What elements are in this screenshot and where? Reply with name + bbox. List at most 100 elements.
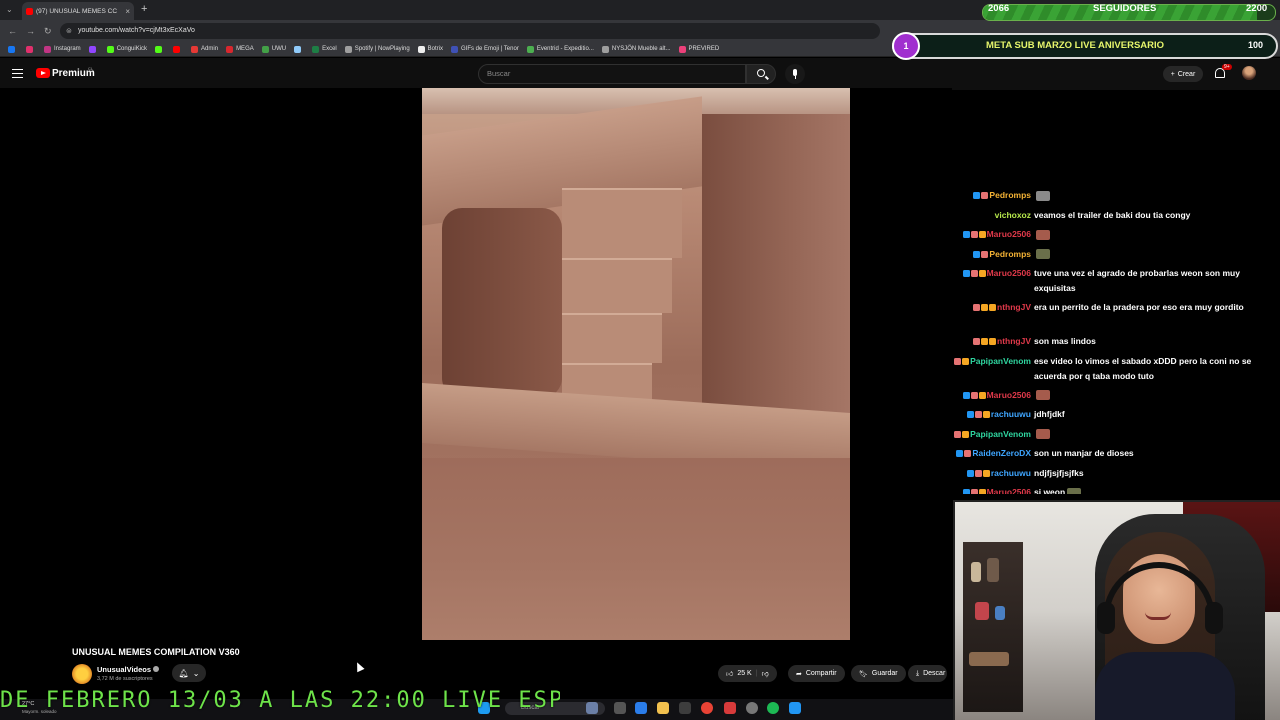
task-view-icon[interactable] (614, 702, 626, 714)
reload-icon[interactable]: ↻ (44, 26, 52, 37)
chat-username[interactable]: PapipanVenom (970, 356, 1031, 366)
chat-username[interactable]: PapipanVenom (970, 429, 1031, 439)
app-icon[interactable] (724, 702, 736, 714)
bookmark-item[interactable] (155, 45, 165, 53)
bookmark-item[interactable]: Admin (191, 45, 218, 53)
bookmark-favicon-icon (106, 45, 114, 53)
thumbs-up-icon: 👍︎ (726, 671, 734, 678)
create-button[interactable]: + Crear (1163, 66, 1203, 82)
chat-username[interactable]: vichoxoz (995, 210, 1031, 220)
bookmark-item[interactable] (26, 45, 36, 53)
like-button[interactable]: 👍︎ 25 K | 👎︎ (718, 665, 777, 682)
bookmark-item[interactable] (294, 45, 304, 53)
bookmark-item[interactable]: PREVIRED (678, 45, 720, 53)
url-field[interactable]: youtube.com/watch?v=cjMt3xEcXaVo (60, 23, 880, 39)
chat-badge-icon (962, 270, 970, 278)
youtube-logo-icon[interactable] (36, 68, 50, 78)
search-button[interactable] (746, 64, 776, 84)
bell-icon: 🔔︎ (178, 668, 189, 678)
search-icon (757, 69, 765, 77)
share-button[interactable]: ➦ Compartir (788, 665, 845, 682)
browser-tab-youtube[interactable]: (97) UNUSUAL MEMES CC × (22, 2, 134, 20)
bookmark-item[interactable] (88, 45, 99, 53)
bookmark-label: Eventrid - Expeditio... (536, 46, 594, 52)
bookmark-item[interactable]: UWU (261, 45, 286, 53)
bookmark-icon: 🔖︎ (859, 670, 868, 678)
tab-search-icon[interactable]: ⌄ (6, 5, 13, 14)
bookmark-favicon-icon (526, 45, 534, 53)
subscriber-count: 3,72 M de suscriptores (97, 676, 153, 682)
chat-username[interactable]: nthngJV (997, 336, 1031, 346)
bookmark-favicon-icon (678, 45, 686, 53)
bookmark-item[interactable] (173, 45, 183, 53)
bookmark-item[interactable]: Spotify | NowPlaying (344, 45, 410, 53)
bookmark-label: GIFs de Emoji | Tenor (461, 46, 519, 52)
chat-badge-icon (962, 489, 970, 494)
subscription-bell-button[interactable]: 🔔︎ ⌄ (172, 664, 206, 682)
chat-username[interactable]: rachuuwu (991, 468, 1031, 478)
chat-username[interactable]: rachuuwu (991, 409, 1031, 419)
voice-search-icon[interactable] (785, 64, 805, 84)
chat-username[interactable]: Maruo2506 (987, 487, 1031, 494)
share-label: Compartir (805, 670, 837, 677)
bookmark-item[interactable]: GIFs de Emoji | Tenor (451, 45, 519, 53)
site-info-icon[interactable]: ⊜ (66, 27, 72, 35)
bookmark-item[interactable]: ConguiKick (106, 45, 147, 53)
forward-icon[interactable]: → (26, 26, 35, 36)
bookmark-favicon-icon (88, 45, 96, 53)
download-button[interactable]: ⤓ Descar (908, 665, 948, 682)
chat-badge-icon (978, 489, 986, 494)
account-avatar[interactable] (1242, 66, 1256, 80)
menu-icon[interactable] (12, 69, 23, 78)
app-icon-2[interactable] (789, 702, 801, 714)
bookmark-item[interactable]: Instagram (44, 45, 81, 53)
chat-badge-icon (970, 231, 978, 239)
chat-text: tuve una vez el agrado de probarlas weon… (1034, 268, 1240, 293)
bookmark-item[interactable] (8, 45, 18, 53)
chat-username[interactable]: Pedromps (989, 249, 1031, 259)
chat-message: nthngJV son mas lindos (934, 334, 1280, 349)
edge-icon[interactable] (635, 702, 647, 714)
widgets-icon[interactable] (586, 702, 598, 714)
save-button[interactable]: 🔖︎ Guardar (851, 665, 906, 682)
bookmark-label: PREVIRED (688, 46, 720, 52)
bookmark-item[interactable]: Excel (312, 45, 337, 53)
bookmark-favicon-icon (26, 45, 33, 53)
share-icon: ➦ (796, 670, 802, 678)
chat-username[interactable]: Maruo2506 (987, 390, 1031, 400)
chat-text: era un perrito de la pradera por eso era… (1034, 302, 1244, 312)
file-explorer-icon[interactable] (657, 702, 669, 714)
chat-username[interactable]: Maruo2506 (987, 268, 1031, 278)
video-title: UNUSUAL MEMES COMPILATION V360 (72, 647, 240, 657)
channel-name[interactable]: UnusualVideos (97, 665, 151, 674)
spotify-icon[interactable] (767, 702, 779, 714)
bookmark-item[interactable]: NYSJÖN Mueble alt... (601, 45, 671, 53)
chat-badge-icon (964, 450, 972, 458)
notification-badge: 9+ (1222, 64, 1232, 70)
sub-count: 1 (892, 32, 920, 60)
back-icon[interactable]: ← (8, 26, 17, 36)
streamer-shirt (1095, 652, 1235, 720)
chat-badge-icon (981, 250, 989, 258)
obs-icon[interactable] (746, 702, 758, 714)
new-tab-button[interactable]: + (141, 3, 147, 15)
thumbs-down-icon[interactable]: 👎︎ (762, 669, 769, 678)
video-player[interactable] (422, 88, 850, 640)
bookmark-item[interactable]: Botrix (417, 45, 443, 53)
close-tab-icon[interactable]: × (125, 7, 130, 16)
chat-username[interactable]: RaidenZeroDX (972, 448, 1031, 458)
youtube-favicon-icon (26, 7, 33, 15)
chat-text: si weon (1034, 487, 1066, 494)
bookmark-item[interactable]: Eventrid - Expeditio... (526, 45, 594, 53)
channel-avatar[interactable] (72, 664, 92, 684)
chat-username[interactable]: Pedromps (989, 190, 1031, 200)
chat-emote-icon (1036, 390, 1050, 401)
chrome-icon[interactable] (701, 702, 713, 714)
chat-username[interactable]: Maruo2506 (987, 229, 1031, 239)
chat-badge-icon (974, 469, 982, 477)
chat-username[interactable]: nthngJV (997, 302, 1031, 312)
chat-badge-icon (982, 411, 990, 419)
bookmark-item[interactable]: MEGA (226, 45, 254, 53)
search-input[interactable]: Buscar (478, 64, 746, 84)
store-icon[interactable] (679, 702, 691, 714)
